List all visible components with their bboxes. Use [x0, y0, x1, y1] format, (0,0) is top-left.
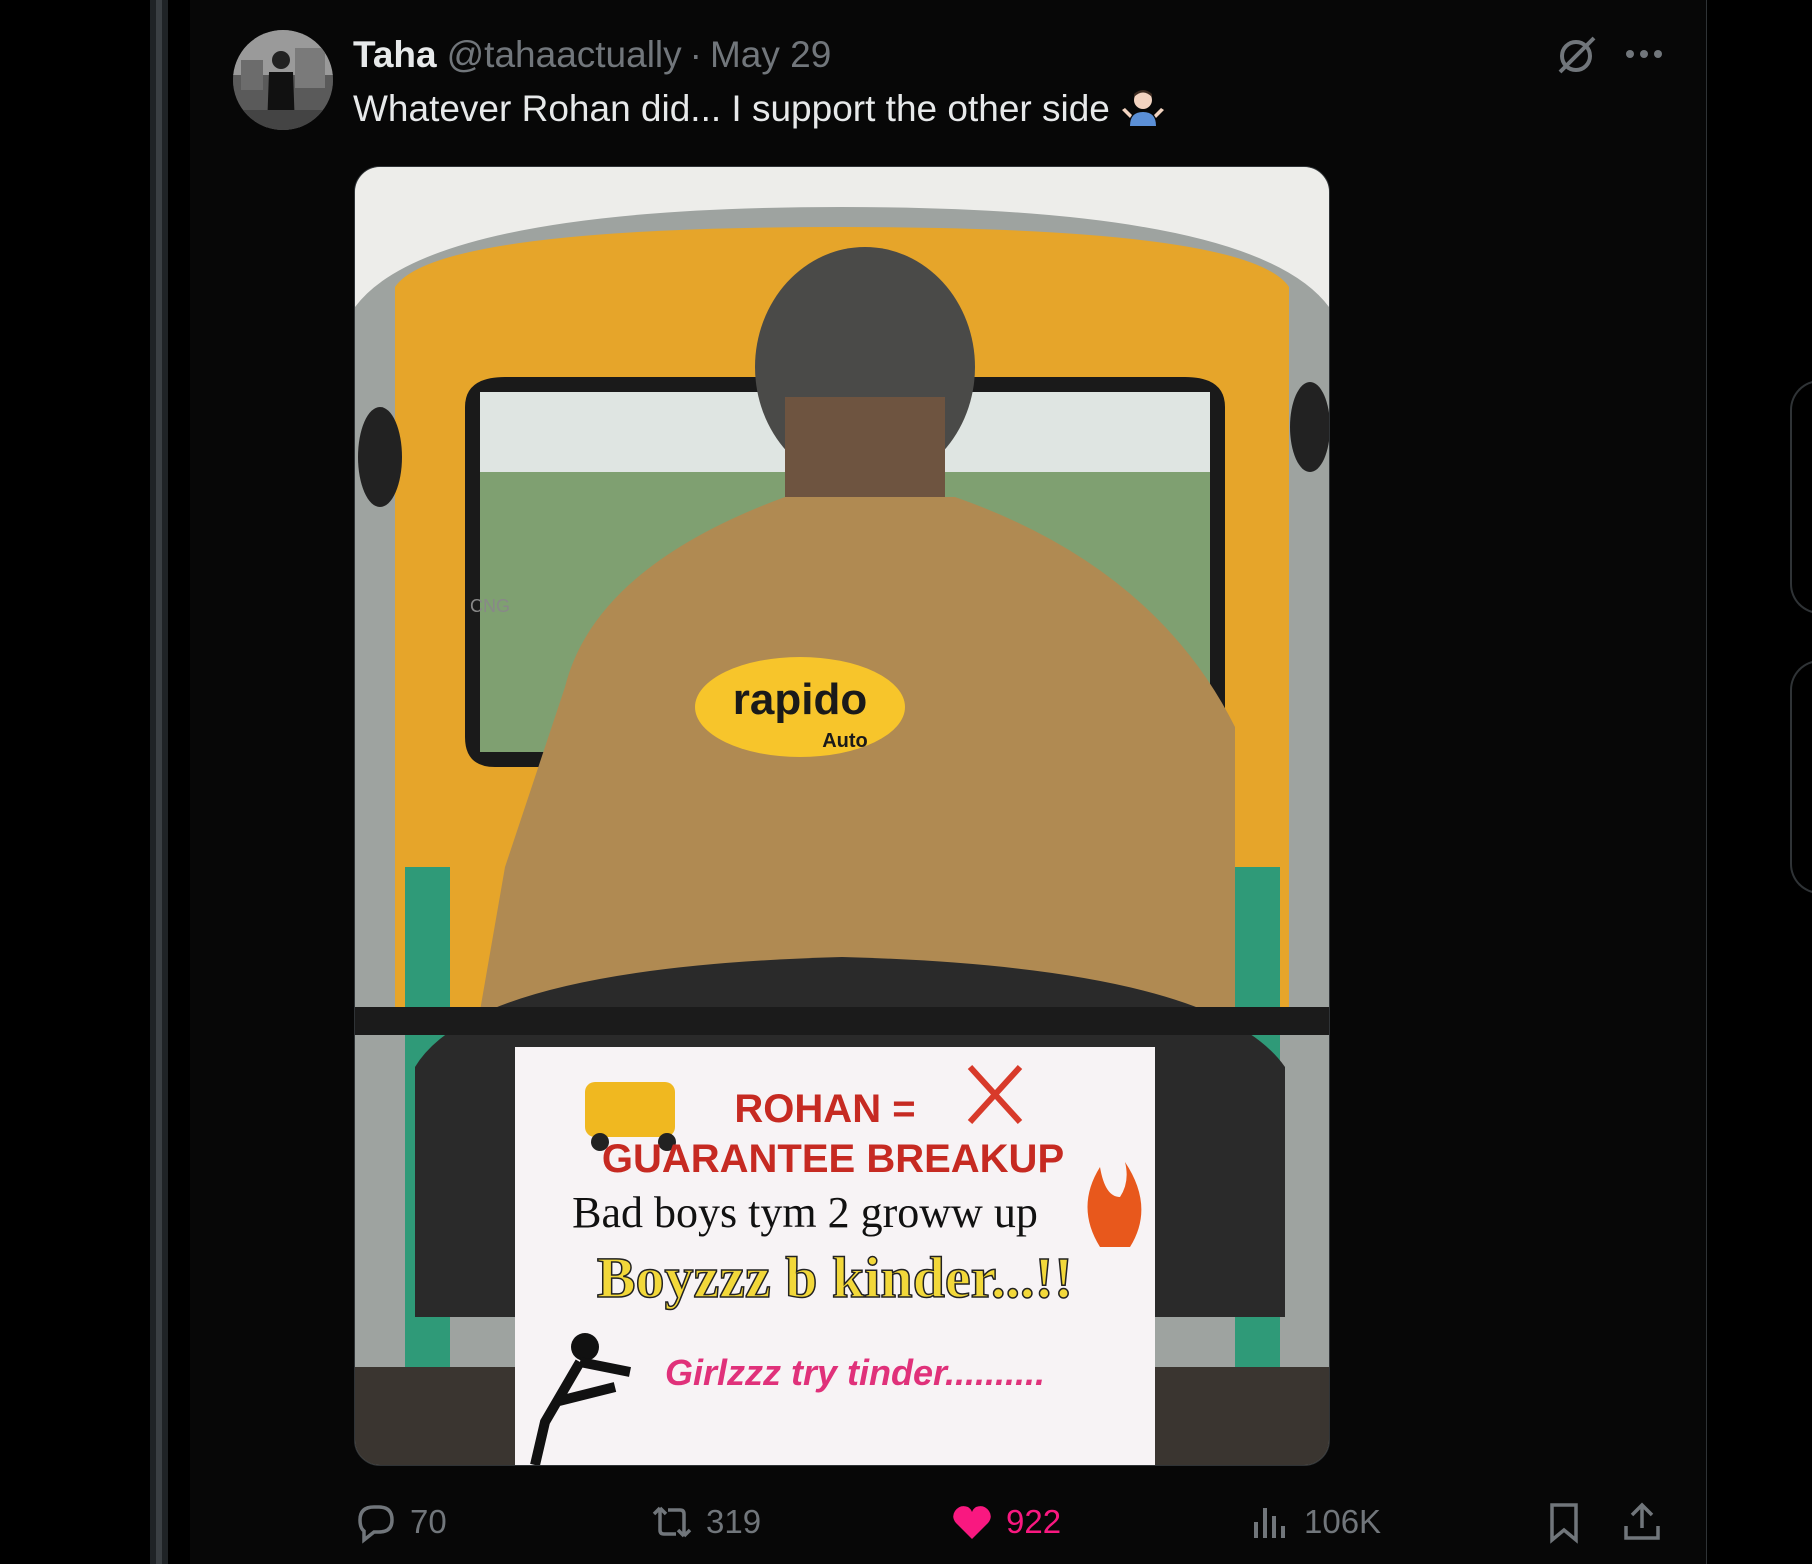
reply-count: 70 — [410, 1503, 447, 1540]
share-icon — [1624, 1502, 1660, 1540]
left-scroll-rail — [150, 0, 168, 1564]
tweet-header: Taha @tahaactually · May 29 — [353, 32, 831, 78]
tweet-date[interactable]: May 29 — [710, 34, 831, 76]
tweet-text-body: Whatever Rohan did... I support the othe… — [353, 88, 1110, 129]
tweet-text: Whatever Rohan did... I support the othe… — [353, 86, 1166, 132]
like-count: 922 — [1006, 1503, 1062, 1540]
reply-icon — [358, 1505, 394, 1544]
sign-line5: Girlzzz try tinder.......... — [665, 1352, 1045, 1393]
heart-icon — [953, 1506, 991, 1539]
man-shrugging-emoji-icon — [1120, 86, 1166, 132]
author-handle[interactable]: @tahaactually — [447, 34, 682, 76]
views-button[interactable]: 106K — [1248, 1496, 1381, 1548]
jacket-brand-text: rapido — [733, 675, 867, 724]
sign-line4: Boyzzz b kinder...!! — [597, 1245, 1073, 1310]
sidebar-edge-card — [1790, 660, 1812, 894]
jacket-sub-text: Auto — [822, 730, 868, 752]
sidebar-edge-card — [1790, 380, 1812, 614]
bookmark-button[interactable] — [1542, 1496, 1598, 1548]
sign-line3: Bad boys tym 2 groww up — [572, 1188, 1038, 1237]
separator-dot: · — [689, 34, 702, 75]
sign-line2: GUARANTEE BREAKUP — [602, 1137, 1064, 1181]
reply-button[interactable]: 70 — [354, 1496, 447, 1548]
share-button[interactable] — [1620, 1496, 1676, 1548]
views-count: 106K — [1304, 1503, 1382, 1540]
avatar[interactable] — [233, 30, 333, 130]
repost-button[interactable]: 319 — [650, 1496, 761, 1548]
repost-count: 319 — [706, 1503, 762, 1540]
tweet-photo[interactable]: rapido Auto ROHAN = GUARANTEE BREAKUP Ba… — [354, 166, 1330, 1466]
more-icon[interactable] — [1620, 30, 1668, 78]
like-button[interactable]: 922 — [950, 1496, 1061, 1548]
grok-icon[interactable] — [1552, 30, 1600, 78]
author-name[interactable]: Taha — [353, 34, 437, 76]
repost-icon — [652, 1506, 692, 1538]
views-icon — [1254, 1508, 1285, 1538]
bookmark-icon — [1550, 1503, 1578, 1544]
cng-sticker: CNG — [470, 596, 510, 616]
sign-line1: ROHAN = — [734, 1087, 915, 1131]
